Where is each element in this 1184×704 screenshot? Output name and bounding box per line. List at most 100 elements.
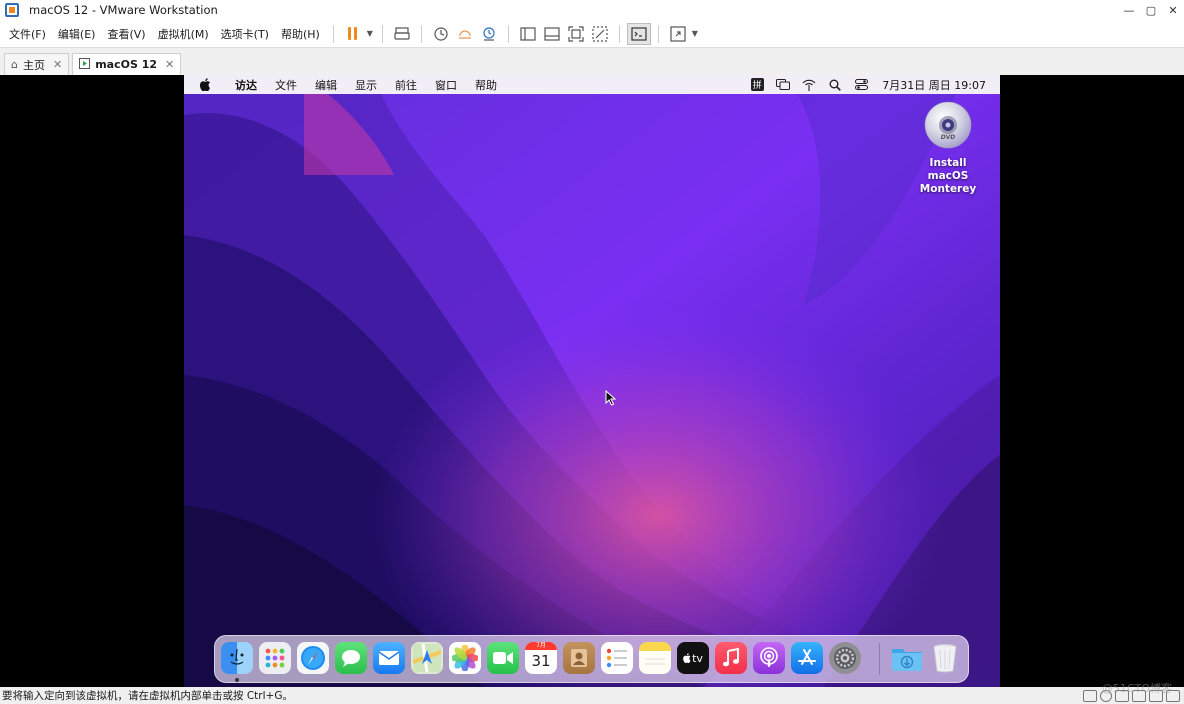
- snapshot-manager-icon: [483, 26, 495, 41]
- pause-button[interactable]: [341, 23, 365, 45]
- dock-appstore-icon[interactable]: [791, 642, 823, 674]
- toolbar-separator: [381, 24, 383, 43]
- maximize-button[interactable]: ▢: [1140, 0, 1162, 20]
- dock-maps-icon[interactable]: [411, 642, 443, 674]
- menu-vm[interactable]: 虚拟机(M): [152, 26, 215, 42]
- menu-file[interactable]: 文件(F): [0, 26, 52, 42]
- mouse-cursor-icon: [605, 390, 617, 406]
- tab-home[interactable]: ⌂ 主页 ✕: [4, 53, 70, 75]
- desktop-item-label: Install macOS Monterey: [919, 157, 977, 195]
- hard-disk-icon[interactable]: [1083, 689, 1097, 702]
- screen-mirroring-icon[interactable]: [770, 75, 796, 94]
- macos-menu-finder[interactable]: 访达: [226, 77, 266, 93]
- pause-icon: [348, 27, 358, 40]
- tab-home-label: 主页: [22, 58, 45, 72]
- menu-tabs[interactable]: 选项卡(T): [215, 26, 275, 42]
- dock-contacts-icon[interactable]: [563, 642, 595, 674]
- menu-edit[interactable]: 编辑(E): [52, 26, 102, 42]
- toolbar-separator: [332, 24, 334, 43]
- dock-photos-icon[interactable]: [449, 642, 481, 674]
- macos-menu-view[interactable]: 显示: [346, 77, 386, 93]
- dock-messages-icon[interactable]: [335, 642, 367, 674]
- airdrop-icon[interactable]: [796, 75, 822, 94]
- full-screen-icon: [568, 25, 584, 42]
- revert-snapshot-button[interactable]: [453, 23, 477, 45]
- watermark: @51CTO博客: [1101, 682, 1172, 695]
- vm-display[interactable]: 访达 文件 编辑 显示 前往 窗口 帮助 拼 7月31日 周日 19:07 DV…: [0, 75, 1184, 687]
- tab-macos12[interactable]: macOS 12 ✕: [72, 53, 182, 75]
- dock-launchpad-icon[interactable]: [259, 642, 291, 674]
- input-method-icon[interactable]: 拼: [744, 75, 770, 94]
- macos-menu-edit[interactable]: 编辑: [306, 77, 346, 93]
- menu-help[interactable]: 帮助(H): [275, 26, 326, 42]
- tab-macos12-label: macOS 12: [95, 58, 158, 71]
- apple-icon[interactable]: [198, 78, 212, 92]
- dock-trash-icon[interactable]: [929, 642, 961, 674]
- dock-running-indicator: [235, 678, 239, 682]
- library-icon: [520, 26, 536, 41]
- macos-dock: 7月 31 tv: [214, 635, 969, 683]
- stretch-guest-button[interactable]: [666, 23, 690, 45]
- snapshot-revert-icon: [458, 29, 471, 39]
- dvd-icon: DVD: [924, 101, 972, 149]
- library-button[interactable]: [516, 23, 540, 45]
- dock-facetime-icon[interactable]: [487, 642, 519, 674]
- macos-screen[interactable]: 访达 文件 编辑 显示 前往 窗口 帮助 拼 7月31日 周日 19:07 DV…: [184, 75, 1000, 687]
- full-screen-button[interactable]: [564, 23, 588, 45]
- take-snapshot-button[interactable]: [429, 23, 453, 45]
- calendar-month: 7月: [525, 642, 557, 650]
- dock-finder-icon[interactable]: [221, 642, 253, 674]
- dock-podcasts-icon[interactable]: [753, 642, 785, 674]
- unity-button[interactable]: [588, 23, 612, 45]
- dock-notes-icon[interactable]: [639, 642, 671, 674]
- tab-home-close-icon[interactable]: ✕: [53, 58, 62, 71]
- dock-reminders-icon[interactable]: [601, 642, 633, 674]
- close-button[interactable]: ✕: [1162, 0, 1184, 20]
- toolbar-separator: [507, 24, 509, 43]
- dock-separator: [879, 643, 880, 675]
- macos-menu-file[interactable]: 文件: [266, 77, 306, 93]
- snapshot-manager-button[interactable]: [477, 23, 501, 45]
- svg-text:DVD: DVD: [941, 134, 956, 141]
- snapshot-take-icon: [434, 26, 448, 41]
- thumbnail-bar-button[interactable]: [540, 23, 564, 45]
- window-titlebar: macOS 12 - VMware Workstation — ▢ ✕: [0, 0, 1184, 20]
- unity-icon: [592, 25, 608, 42]
- dock-system-preferences-icon[interactable]: [829, 642, 861, 674]
- tab-macos12-close-icon[interactable]: ✕: [165, 58, 174, 71]
- macos-menu-go[interactable]: 前往: [386, 77, 426, 93]
- desktop-item-install-macos[interactable]: DVD Install macOS Monterey: [914, 101, 982, 196]
- monterey-wallpaper: [184, 75, 1000, 687]
- power-dropdown[interactable]: ▼: [365, 23, 375, 45]
- control-center-icon[interactable]: [848, 75, 874, 94]
- dock-music-icon[interactable]: [715, 642, 747, 674]
- console-view-button[interactable]: [626, 22, 651, 45]
- tab-bar: ⌂ 主页 ✕ macOS 12 ✕: [0, 47, 1184, 75]
- macos-menu-window[interactable]: 窗口: [426, 77, 466, 93]
- dock-calendar-icon[interactable]: 7月 31: [525, 642, 557, 674]
- stretch-dropdown[interactable]: ▼: [690, 23, 700, 45]
- window-title: macOS 12 - VMware Workstation: [29, 3, 218, 17]
- send-ctrl-alt-del-icon: [394, 26, 410, 40]
- calendar-day: 31: [531, 652, 551, 670]
- macos-menubar: 访达 文件 编辑 显示 前往 窗口 帮助 拼 7月31日 周日 19:07: [184, 75, 1000, 94]
- status-bar: 要将输入定向到该虚拟机，请在虚拟机内部单击或按 Ctrl+G。: [0, 687, 1184, 704]
- minimize-button[interactable]: —: [1118, 0, 1140, 20]
- menu-toolbar: 文件(F) 编辑(E) 查看(V) 虚拟机(M) 选项卡(T) 帮助(H) ▼ …: [0, 20, 1184, 47]
- vmware-app-icon: [5, 3, 19, 17]
- toolbar-separator: [420, 24, 422, 43]
- spotlight-search-icon[interactable]: [822, 75, 848, 94]
- macos-menu-help[interactable]: 帮助: [466, 77, 506, 93]
- status-message: 要将输入定向到该虚拟机，请在虚拟机内部单击或按 Ctrl+G。: [2, 690, 293, 702]
- macos-clock[interactable]: 7月31日 周日 19:07: [874, 77, 1000, 93]
- menu-view[interactable]: 查看(V): [101, 26, 151, 42]
- macos-status-area: 拼 7月31日 周日 19:07: [744, 75, 1000, 94]
- dock-tv-icon[interactable]: tv: [677, 642, 709, 674]
- dock-safari-icon[interactable]: [297, 642, 329, 674]
- home-icon: ⌂: [11, 58, 18, 71]
- dock-downloads-icon[interactable]: [891, 642, 923, 674]
- dock-mail-icon[interactable]: [373, 642, 405, 674]
- tv-label: tv: [692, 651, 703, 665]
- send-ctrl-alt-del-button[interactable]: [390, 23, 414, 45]
- window-controls: — ▢ ✕: [1118, 0, 1184, 20]
